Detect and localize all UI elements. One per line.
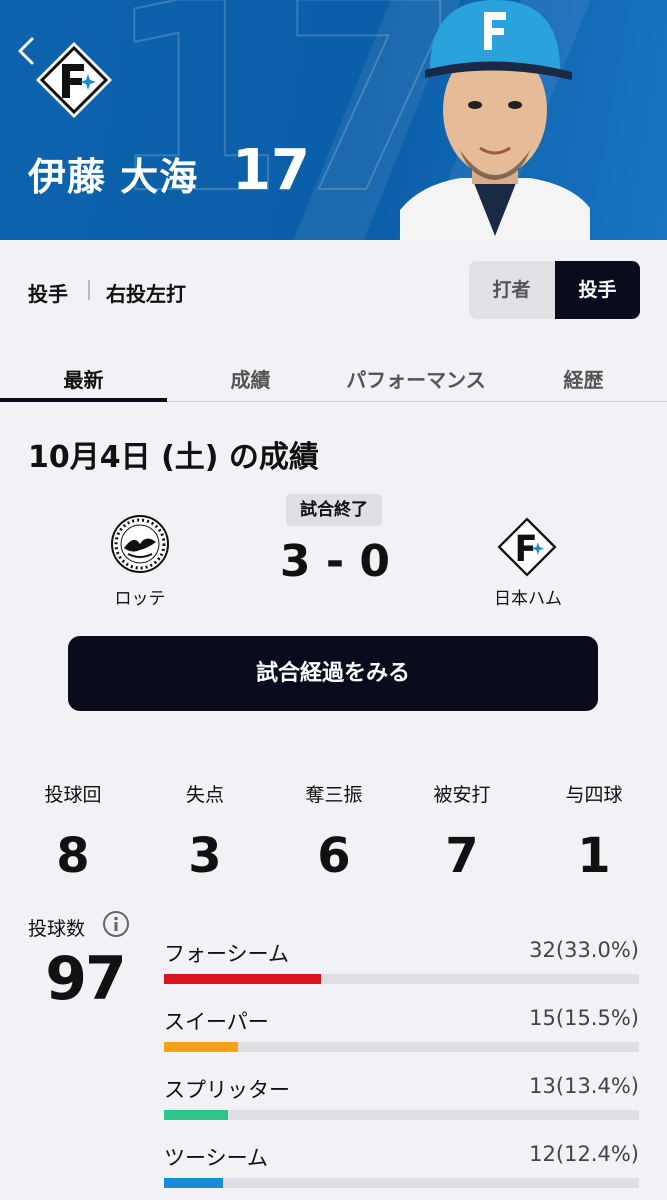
pitch-count-label: 投球数 — [28, 918, 86, 940]
info-icon[interactable] — [102, 910, 130, 938]
toggle-batter[interactable]: 打者 — [469, 261, 554, 319]
pitch-count: 15(15.5%) — [529, 1006, 639, 1030]
pitch-count: 12(12.4%) — [529, 1142, 639, 1166]
pitch-bar-fill — [164, 1042, 238, 1052]
position-label: 投手 — [28, 282, 68, 306]
player-header: 17 伊藤 大海 17 — [0, 0, 667, 240]
pitch-count: 13(13.4%) — [529, 1074, 639, 1098]
pitch-name: フォーシーム — [164, 942, 289, 966]
pitch-name: スプリッター — [164, 1078, 290, 1102]
pitch-name: スイーパー — [164, 1010, 269, 1034]
stat-label-hits: 被安打 — [433, 784, 491, 806]
pitch-bar-track — [164, 1110, 639, 1120]
stat-label-runs: 失点 — [185, 784, 224, 806]
stat-label-strikeouts: 奪三振 — [305, 784, 363, 806]
player-name: 伊藤 大海 — [28, 155, 199, 199]
tab-bar: 最新 成績 パフォーマンス 経歴 — [0, 350, 667, 402]
pitch-count-value: 97 — [45, 944, 127, 1014]
fighters-f-logo — [497, 517, 557, 577]
pitch-bar-fill — [164, 974, 321, 984]
tab-career[interactable]: 経歴 — [500, 364, 667, 393]
handedness-label: 右投左打 — [106, 282, 186, 306]
pitch-row-twoseam: ツーシーム 12(12.4%) — [164, 1142, 639, 1200]
pitch-count: 32(33.0%) — [529, 938, 639, 962]
tab-performance[interactable]: パフォーマンス — [316, 364, 516, 393]
player-number: 17 — [232, 138, 310, 203]
tab-latest[interactable]: 最新 — [0, 364, 167, 393]
pitch-row-splitter: スプリッター 13(13.4%) — [164, 1074, 639, 1134]
view-game-progress-button[interactable]: 試合経過をみる — [68, 636, 598, 711]
toggle-pitcher[interactable]: 投手 — [555, 261, 640, 319]
player-photo — [400, 0, 590, 240]
home-team-name: 日本ハム — [494, 589, 562, 609]
marines-logo — [111, 515, 169, 573]
pitch-bar-fill — [164, 1110, 228, 1120]
stat-value-walks: 1 — [577, 828, 611, 884]
stat-label-innings: 投球回 — [44, 784, 102, 806]
game-title: 10月4日 (土) の成績 — [28, 440, 319, 475]
tab-stats[interactable]: 成績 — [167, 364, 334, 393]
fighters-f-logo — [36, 42, 112, 118]
stat-value-hits: 7 — [445, 828, 479, 884]
pitch-row-sweeper: スイーパー 15(15.5%) — [164, 1006, 639, 1066]
pitch-bar-track — [164, 974, 639, 984]
pitch-name: ツーシーム — [164, 1146, 268, 1170]
pitch-row-fourseam: フォーシーム 32(33.0%) — [164, 938, 639, 998]
active-tab-indicator — [0, 398, 167, 402]
pitch-bar-fill — [164, 1178, 223, 1188]
divider — [88, 280, 90, 300]
game-score: 3 - 0 — [279, 536, 391, 587]
stat-value-innings: 8 — [56, 828, 90, 884]
batter-pitcher-toggle: 打者 投手 — [469, 261, 640, 319]
status-badge: 試合終了 — [286, 494, 382, 526]
stat-label-walks: 与四球 — [565, 784, 623, 806]
pitch-bar-track — [164, 1178, 639, 1188]
pitch-bar-track — [164, 1042, 639, 1052]
stat-value-strikeouts: 6 — [317, 828, 351, 884]
stat-value-runs: 3 — [188, 828, 222, 884]
away-team-name: ロッテ — [114, 589, 166, 609]
